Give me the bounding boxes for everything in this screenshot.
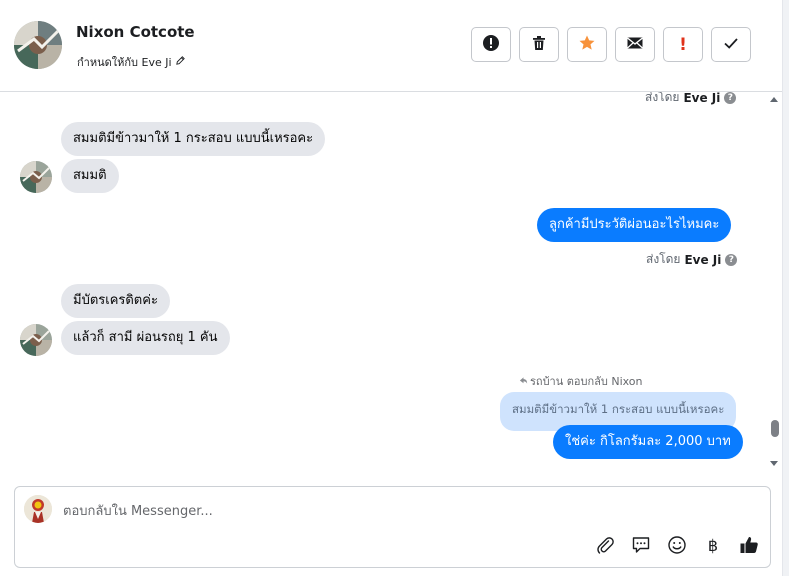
check-icon: [722, 34, 740, 55]
sent-by-agent: Eve Ji: [683, 92, 721, 105]
report-spam-button[interactable]: [471, 27, 511, 62]
reply-input[interactable]: [63, 501, 723, 521]
pencil-icon[interactable]: [175, 55, 186, 69]
reply-arrow-icon: [519, 375, 528, 388]
sent-by-prefix: ส่งโดย: [645, 92, 680, 104]
panel-edge: [782, 0, 789, 576]
message-thread[interactable]: ส่งโดย Eve Ji ? สมมติมีข้าวมาให้ 1 กระสอ…: [0, 92, 767, 482]
incoming-message[interactable]: สมมติมีข้าวมาให้ 1 กระสอบ แบบนี้เหรอคะ: [61, 122, 326, 156]
star-icon: [578, 34, 596, 55]
incoming-message[interactable]: แล้วก็ สามี ผ่อนรถยุ 1 คัน: [61, 321, 230, 355]
outgoing-message[interactable]: ลูกค้ามีประวัติผ่อนอะไรไหมคะ: [537, 208, 732, 242]
paperclip-icon[interactable]: [594, 534, 616, 556]
reply-composer: ฿: [14, 486, 771, 568]
incoming-message[interactable]: สมมติ: [61, 159, 119, 193]
assignment-label[interactable]: กำหนดให้กับ Eve Ji: [77, 53, 186, 71]
contact-avatar-small[interactable]: [20, 324, 52, 356]
help-icon[interactable]: ?: [725, 253, 738, 266]
help-icon[interactable]: ?: [724, 92, 737, 104]
sent-by-label: ส่งโดย Eve Ji ?: [646, 250, 738, 269]
message-scrollbar[interactable]: [767, 92, 782, 472]
sent-by-prefix: ส่งโดย: [646, 252, 681, 266]
reply-note-text: รถบ้าน ตอบกลับ Nixon: [530, 375, 643, 388]
incoming-message[interactable]: มีบัตรเครดิตค่ะ: [61, 284, 170, 318]
mark-unread-button[interactable]: [615, 27, 655, 62]
trash-icon: [530, 34, 548, 55]
thumbs-up-icon[interactable]: [738, 534, 760, 556]
chat-bubble-icon[interactable]: [630, 534, 652, 556]
reply-note: รถบ้าน ตอบกลับ Nixon: [519, 372, 643, 390]
scroll-thumb[interactable]: [771, 420, 779, 437]
assigned-to-text: กำหนดให้กับ Eve Ji: [77, 56, 172, 69]
flag-urgent-button[interactable]: !: [663, 27, 703, 62]
star-button[interactable]: [567, 27, 607, 62]
alert-circle-icon: [482, 34, 500, 55]
scroll-up-arrow-icon[interactable]: [770, 97, 778, 102]
page-avatar: [24, 495, 52, 523]
delete-button[interactable]: [519, 27, 559, 62]
composer-tools: ฿: [594, 534, 760, 556]
header-actions: !: [471, 27, 751, 62]
conversation-header: Nixon Cotcote กำหนดให้กับ Eve Ji !: [0, 0, 782, 92]
outgoing-message[interactable]: ใช่ค่ะ กิโลกรัมละ 2,000 บาท: [553, 425, 743, 459]
inbox-conversation-view: Nixon Cotcote กำหนดให้กับ Eve Ji ! ส่งโด…: [0, 0, 789, 576]
sent-by-label-top: ส่งโดย Eve Ji ?: [645, 92, 737, 107]
contact-avatar-small[interactable]: [20, 161, 52, 193]
contact-avatar[interactable]: [14, 21, 62, 69]
baht-icon[interactable]: ฿: [702, 534, 724, 556]
contact-name: Nixon Cotcote: [76, 23, 195, 41]
scroll-down-arrow-icon[interactable]: [770, 461, 778, 466]
smiley-icon[interactable]: [666, 534, 688, 556]
envelope-icon: [626, 34, 644, 55]
sent-by-agent: Eve Ji: [684, 252, 722, 267]
mark-done-button[interactable]: [711, 27, 751, 62]
exclamation-icon: !: [679, 34, 687, 55]
